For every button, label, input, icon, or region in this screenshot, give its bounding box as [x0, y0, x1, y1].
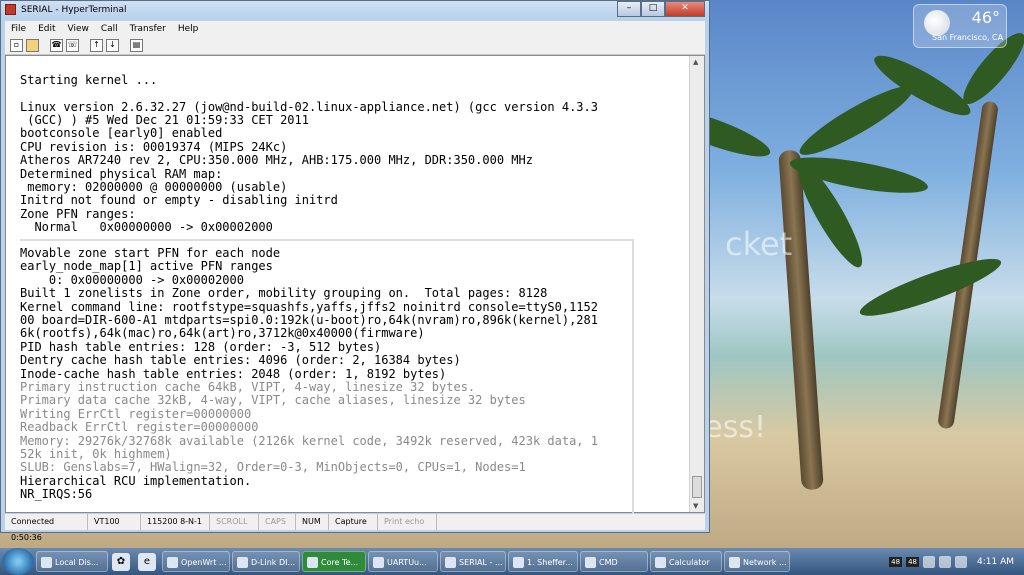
taskbar-item[interactable]: Local Dis... — [36, 551, 108, 572]
terminal-line: 0: 0x00000000 -> 0x00002000 — [20, 272, 244, 287]
terminal-line: Hierarchical RCU implementation. — [20, 473, 252, 488]
taskbar-item[interactable]: SERIAL - ... — [440, 551, 506, 572]
terminal-line: Linux version 2.6.32.27 (jow@nd-build-02… — [20, 99, 598, 114]
status-port-settings: 115200 8-N-1 — [141, 514, 210, 530]
status-bar: Connected 0:50:36 VT100 115200 8-N-1 SCR… — [5, 514, 705, 542]
scroll-up-arrow-icon[interactable]: ▲ — [693, 58, 698, 66]
taskbar-item[interactable]: D-Link DI... — [232, 551, 300, 572]
weather-gadget[interactable]: 46° San Francisco, CA — [913, 4, 1007, 48]
taskbar-item[interactable]: UARTUu... — [368, 551, 438, 572]
terminal-line: CPU revision is: 00019374 (MIPS 24Kc) — [20, 139, 288, 154]
scroll-thumb[interactable] — [692, 476, 702, 498]
taskbar-item[interactable]: OpenWrt ... — [162, 551, 230, 572]
menu-bar: File Edit View Call Transfer Help — [5, 21, 705, 37]
terminal-line: bootconsole [early0] enabled — [20, 126, 223, 141]
menu-edit[interactable]: Edit — [38, 24, 55, 34]
taskbar-item[interactable]: 1. Sheffer... — [508, 551, 578, 572]
menu-file[interactable]: File — [11, 24, 26, 34]
tray-number: 48 — [889, 556, 903, 567]
tray-number: 48 — [906, 556, 919, 567]
terminal-line: memory: 02000000 @ 00000000 (usable) — [20, 179, 288, 194]
terminal-line: (GCC) ) #5 Wed Dec 21 01:59:33 CET 2011 — [20, 112, 309, 127]
weather-temperature: 46° — [971, 8, 1000, 27]
menu-transfer[interactable]: Transfer — [130, 24, 166, 34]
taskbar-item[interactable]: Network ... — [724, 551, 790, 572]
watermark-text: cket — [725, 225, 793, 263]
new-icon[interactable]: ▫ — [10, 39, 23, 52]
menu-view[interactable]: View — [68, 24, 89, 34]
terminal-line: 00 board=DIR-600-A1 mtdparts=spi0.0:192k… — [20, 313, 598, 327]
status-capture: Capture — [329, 514, 378, 530]
terminal-line: SLUB: Genslabs=7, HWalign=32, Order=0-3,… — [20, 460, 526, 475]
taskbar: Local Dis... ✿ e OpenWrt ... D-Link DI..… — [0, 548, 1024, 575]
terminal-line: Primary instruction cache 64kB, VIPT, 4-… — [20, 380, 476, 394]
status-print-echo: Print echo — [378, 514, 437, 530]
send-icon[interactable]: ↑ — [90, 39, 103, 52]
terminal-area[interactable]: ▲ ▼ Starting kernel ... Linux version 2.6… — [5, 55, 705, 516]
caption-buttons: – □ ✕ — [617, 1, 705, 17]
status-num: NUM — [296, 514, 329, 530]
hyperterminal-window: SERIAL - HyperTerminal – □ ✕ File Edit V… — [0, 0, 710, 542]
toolbar: ▫ ☎ ☏ ↑ ↓ ▤ — [5, 37, 705, 55]
clock[interactable]: 4:11 AM — [977, 557, 1014, 567]
terminal-line: Kernel command line: rootfstype=squashfs… — [20, 299, 598, 314]
start-button[interactable] — [2, 548, 34, 575]
taskbar-item[interactable]: Core Te... — [302, 551, 366, 572]
terminal-line: Built 1 zonelists in Zone order, mobilit… — [20, 286, 548, 301]
minimize-button[interactable]: – — [617, 1, 641, 17]
disconnect-icon[interactable]: ☏ — [66, 39, 79, 52]
terminal-line: 6k(rootfs),64k(mac)ro,64k(art)ro,3712k@0… — [20, 326, 425, 341]
status-scroll: SCROLL — [210, 514, 259, 530]
app-icon[interactable]: ✿ — [112, 552, 130, 571]
menu-call[interactable]: Call — [101, 24, 118, 34]
connect-icon[interactable]: ☎ — [50, 39, 63, 52]
terminal-line: Normal 0x00000000 -> 0x00002000 — [20, 220, 273, 235]
terminal-line: Atheros AR7240 rev 2, CPU:350.000 MHz, A… — [20, 153, 533, 168]
terminal-line: early_node_map[1] active PFN ranges — [20, 259, 273, 274]
terminal-line: Initrd not found or empty - disabling in… — [20, 193, 338, 208]
terminal-line: Inode-cache hash table entries: 2048 (or… — [20, 366, 447, 381]
menu-help[interactable]: Help — [178, 24, 199, 34]
status-emulation: VT100 — [88, 514, 141, 530]
terminal-line: Determined physical RAM map: — [20, 166, 223, 181]
properties-icon[interactable]: ▤ — [130, 39, 143, 52]
hyperterminal-icon — [5, 4, 16, 15]
terminal-line: PID hash table entries: 128 (order: -3, … — [20, 339, 382, 354]
maximize-button[interactable]: □ — [641, 1, 665, 17]
receive-icon[interactable]: ↓ — [106, 39, 119, 52]
palm-frond — [793, 76, 920, 165]
vertical-scrollbar[interactable]: ▲ ▼ — [689, 56, 704, 512]
network-icon[interactable] — [939, 555, 951, 568]
internet-explorer-icon[interactable]: e — [138, 552, 156, 571]
terminal-line: Memory: 29276k/32768k available (2126k k… — [20, 433, 598, 448]
system-tray: 48 48 4:11 AM — [889, 555, 1024, 568]
taskbar-item[interactable]: CMD — [580, 551, 648, 572]
terminal-line: Dentry cache hash table entries: 4096 (o… — [20, 353, 461, 368]
terminal-line: Movable zone start PFN for each node — [20, 246, 281, 260]
terminal-line: NR_IRQS:56 — [20, 487, 93, 502]
volume-icon[interactable] — [955, 555, 967, 568]
status-caps: CAPS — [259, 514, 296, 530]
title-bar[interactable]: SERIAL - HyperTerminal – □ ✕ — [1, 1, 709, 19]
scroll-down-arrow-icon[interactable]: ▼ — [693, 502, 698, 510]
taskbar-item[interactable]: Calculator — [650, 551, 722, 572]
window-title: SERIAL - HyperTerminal — [21, 5, 127, 15]
terminal-line: Readback ErrCtl register=00000000 — [20, 420, 259, 435]
status-connected: Connected 0:50:36 — [5, 514, 88, 542]
close-button[interactable]: ✕ — [665, 1, 705, 17]
terminal-line: Starting kernel ... — [20, 73, 158, 87]
terminal-line: Primary data cache 32kB, 4-way, VIPT, ca… — [20, 393, 526, 408]
terminal-line: 52k init, 0k highmem) — [20, 447, 172, 461]
desktop-wallpaper: cket s for less! — [620, 0, 1024, 548]
open-icon[interactable] — [26, 39, 39, 52]
weather-city: San Francisco, CA — [932, 33, 1004, 42]
terminal-line: Writing ErrCtl register=00000000 — [20, 406, 252, 421]
tray-icon[interactable] — [923, 555, 935, 568]
palm-frond — [855, 249, 1006, 326]
terminal-line: Zone PFN ranges: — [20, 206, 136, 221]
